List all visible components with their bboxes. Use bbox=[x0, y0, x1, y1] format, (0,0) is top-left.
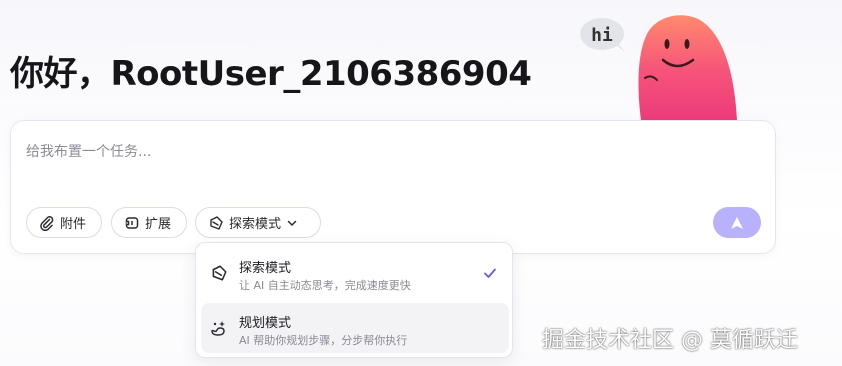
mode-dropdown-menu: 探索模式 让 AI 自主动态思考，完成速度更快 规划模式 AI 帮助你规划步骤，… bbox=[195, 242, 513, 358]
mode-option-explore[interactable]: 探索模式 让 AI 自主动态思考，完成速度更快 bbox=[201, 248, 509, 298]
speech-bubble: hi bbox=[580, 18, 625, 52]
page-greeting: 你好，RootUser_2106386904 bbox=[10, 54, 532, 94]
option-title: 探索模式 bbox=[239, 261, 292, 276]
attach-label: 附件 bbox=[60, 217, 87, 232]
extension-icon bbox=[125, 216, 139, 229]
attach-button[interactable]: 附件 bbox=[26, 207, 102, 238]
mode-select[interactable]: 探索模式 bbox=[195, 207, 321, 238]
task-composer: 给我布置一个任务... 附件 扩展 探索模式 bbox=[10, 120, 776, 254]
check-icon bbox=[484, 268, 496, 278]
extension-button[interactable]: 扩展 bbox=[111, 207, 187, 238]
explore-mode-icon bbox=[212, 265, 227, 281]
option-description: AI 帮助你规划步骤，分步帮你执行 bbox=[239, 334, 408, 347]
mode-option-plan[interactable]: 规划模式 AI 帮助你规划步骤，分步帮你执行 bbox=[201, 303, 509, 353]
send-arrow-icon bbox=[731, 216, 743, 229]
paperclip-icon bbox=[40, 215, 54, 231]
task-input[interactable]: 给我布置一个任务... bbox=[26, 141, 151, 161]
plan-mode-icon bbox=[211, 321, 225, 336]
chevron-down-icon bbox=[287, 220, 297, 226]
speech-text: hi bbox=[591, 25, 613, 46]
mode-label: 探索模式 bbox=[229, 217, 282, 232]
watermark: 掘金技术社区 @ 莫循跃迁 bbox=[542, 328, 798, 353]
send-button[interactable] bbox=[713, 207, 761, 238]
option-description: 让 AI 自主动态思考，完成速度更快 bbox=[239, 279, 411, 292]
mascot-illustration: hi bbox=[580, 15, 737, 120]
extension-label: 扩展 bbox=[145, 217, 172, 232]
option-title: 规划模式 bbox=[239, 316, 292, 331]
mascot-body bbox=[638, 15, 737, 120]
explore-mode-icon bbox=[210, 215, 223, 230]
